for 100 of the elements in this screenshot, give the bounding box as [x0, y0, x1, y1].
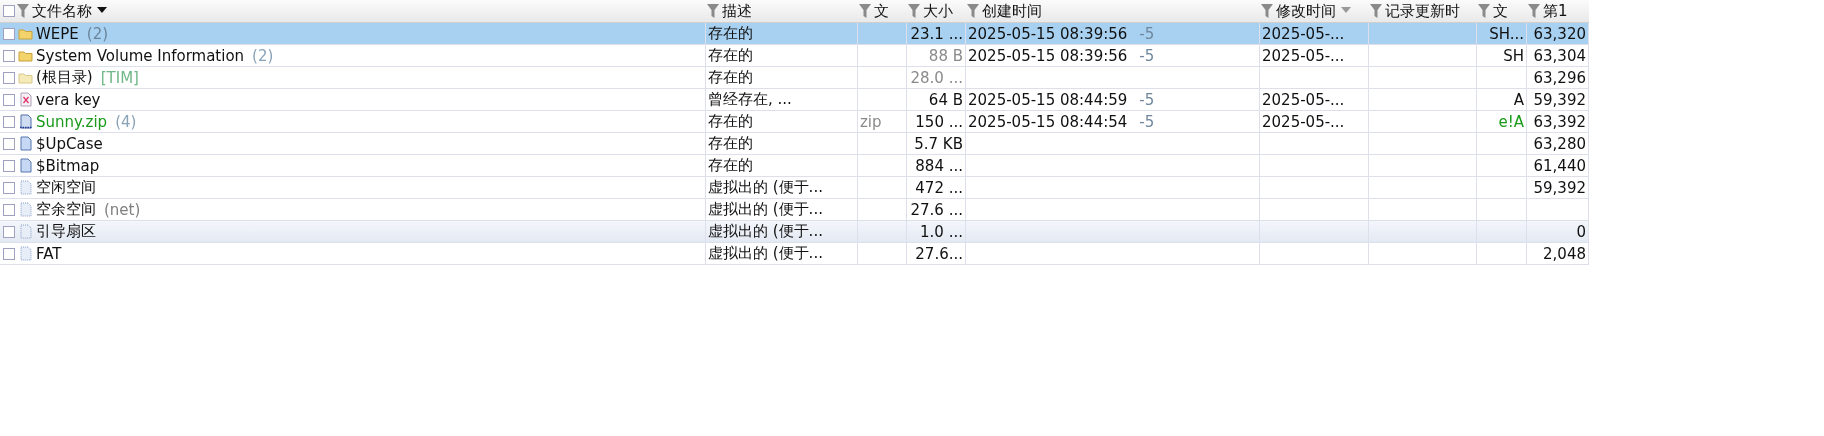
table-cell: 59,392 [1527, 177, 1589, 199]
table-cell: 63,392 [1527, 111, 1589, 133]
item-count: (4) [115, 112, 137, 131]
file-name[interactable]: 引导扇区 [36, 222, 96, 241]
checkbox[interactable] [3, 137, 15, 150]
item-count: (net) [104, 200, 141, 219]
table-cell: 虚拟出的 (便于... [706, 177, 858, 199]
file-name[interactable]: 空闲空间 [36, 178, 96, 197]
table-cell: 61,440 [1527, 155, 1589, 177]
table-cell: 884 ... [907, 155, 966, 177]
table-cell: SH... [1477, 23, 1527, 45]
column-header[interactable]: 修改时间 [1275, 1, 1337, 21]
table-cell: 2025-05-... [1260, 89, 1369, 111]
created-time: 2025-05-15 08:39:56 [968, 46, 1128, 65]
checkbox[interactable] [3, 71, 15, 84]
file-icon [18, 158, 33, 173]
filter-icon[interactable] [1527, 3, 1541, 19]
filter-icon[interactable] [1477, 3, 1491, 19]
table-cell: 2,048 [1527, 243, 1589, 265]
checkbox[interactable] [3, 181, 15, 194]
file-icon [18, 202, 33, 217]
file-name[interactable]: vera key [36, 90, 101, 109]
file-name[interactable]: 空余空间 [36, 200, 96, 219]
file-name[interactable]: $Bitmap [36, 156, 100, 175]
file-name[interactable]: System Volume Information [36, 46, 245, 65]
column-header[interactable]: 文 [873, 1, 890, 21]
table-row[interactable]: $UpCase 存在的 5.7 KB 63,280 [0, 133, 1589, 155]
checkbox[interactable] [3, 49, 15, 62]
table-cell: 150 ... [907, 111, 966, 133]
table-cell: SH [1477, 45, 1527, 67]
created-time: 2025-05-15 08:44:59 [968, 90, 1128, 109]
table-row[interactable]: Sunny.zip (4) 存在的 zip 150 ... 2025-05-15 08:44:54 -5 2025-05-... e!A 63,392 [0, 111, 1589, 133]
table-row[interactable]: 引导扇区 虚拟出的 (便于... 1.0 ... 0 [0, 221, 1589, 243]
filter-icon[interactable] [907, 3, 921, 19]
file-icon [18, 224, 33, 239]
column-header[interactable]: 文 [1492, 1, 1509, 21]
table-cell: A [1477, 89, 1527, 111]
table-cell: 存在的 [706, 133, 858, 155]
column-header[interactable]: 记录更新时 [1384, 1, 1461, 21]
table-cell: 2025-05-... [1260, 111, 1369, 133]
table-row[interactable]: FAT 虚拟出的 (便于... 27.6... 2,048 [0, 243, 1589, 265]
column-header[interactable]: 大小 [922, 1, 954, 21]
crossed-file-icon [18, 92, 33, 107]
checkbox[interactable] [3, 93, 15, 106]
file-name[interactable]: (根目录) [36, 68, 93, 87]
table-cell: 曾经存在, ... [706, 89, 858, 111]
checkbox[interactable] [3, 5, 15, 17]
file-icon [18, 114, 33, 129]
checkbox[interactable] [3, 247, 15, 260]
table-cell: 虚拟出的 (便于... [706, 243, 858, 265]
file-name[interactable]: FAT [36, 244, 62, 263]
column-header[interactable]: 第1 [1542, 1, 1569, 21]
table-cell: 88 B [907, 45, 966, 67]
time-offset: -5 [1139, 90, 1155, 109]
table-cell: 1.0 ... [907, 221, 966, 243]
file-icon [18, 136, 33, 151]
table-cell: 23.1 ... [907, 23, 966, 45]
table-cell: 2025-05-... [1260, 45, 1369, 67]
column-header[interactable]: 创建时间 [981, 1, 1043, 21]
checkbox[interactable] [3, 27, 15, 40]
table-row[interactable]: 空闲空间 虚拟出的 (便于... 472 ... 59,392 [0, 177, 1589, 199]
folder-icon [18, 70, 33, 85]
table-row[interactable]: System Volume Information (2) 存在的 88 B 2025-05-15 08:39:56 -5 2025-05-... SH 63,304 [0, 45, 1589, 67]
table-row[interactable]: $Bitmap 存在的 884 ... 61,440 [0, 155, 1589, 177]
file-name[interactable]: Sunny.zip [36, 112, 108, 131]
table-cell: 63,320 [1527, 23, 1589, 45]
column-header[interactable]: 描述 [721, 1, 753, 21]
column-header[interactable]: 文件名称 [31, 1, 93, 21]
table-row[interactable]: (根目录) [TIM] 存在的 28.0 ... 63,296 [0, 67, 1589, 89]
time-offset: -5 [1139, 112, 1155, 131]
checkbox[interactable] [3, 159, 15, 172]
filter-icon[interactable] [706, 3, 720, 19]
filter-icon[interactable] [1260, 3, 1274, 19]
table-cell: 5.7 KB [907, 133, 966, 155]
time-offset: -5 [1139, 46, 1155, 65]
checkbox[interactable] [3, 203, 15, 216]
table-row[interactable]: WEPE (2) 存在的 23.1 ... 2025-05-15 08:39:56 -5 2025-05-... SH... 63,320 [0, 23, 1589, 45]
file-name[interactable]: $UpCase [36, 134, 103, 153]
filter-icon[interactable] [16, 3, 30, 19]
checkbox[interactable] [3, 225, 15, 238]
table-cell: 63,280 [1527, 133, 1589, 155]
table-cell: 虚拟出的 (便于... [706, 221, 858, 243]
table-cell: 63,304 [1527, 45, 1589, 67]
file-name[interactable]: WEPE [36, 24, 79, 43]
table-cell: 存在的 [706, 67, 858, 89]
table-row[interactable]: vera key 曾经存在, ... 64 B 2025-05-15 08:44:59 -5 2025-05-... A 59,392 [0, 89, 1589, 111]
folder-icon [18, 48, 33, 63]
table-cell: 472 ... [907, 177, 966, 199]
checkbox[interactable] [3, 115, 15, 128]
file-icon [18, 180, 33, 195]
filter-icon[interactable] [858, 3, 872, 19]
filter-icon[interactable] [1369, 3, 1383, 19]
table-cell: 存在的 [706, 45, 858, 67]
table-cell: 存在的 [706, 155, 858, 177]
filter-icon[interactable] [966, 3, 980, 19]
table-cell: 0 [1527, 221, 1589, 243]
table-cell: 64 B [907, 89, 966, 111]
table-cell: 2025-05-... [1260, 23, 1369, 45]
table-cell: 63,296 [1527, 67, 1589, 89]
table-cell: 存在的 [706, 111, 858, 133]
